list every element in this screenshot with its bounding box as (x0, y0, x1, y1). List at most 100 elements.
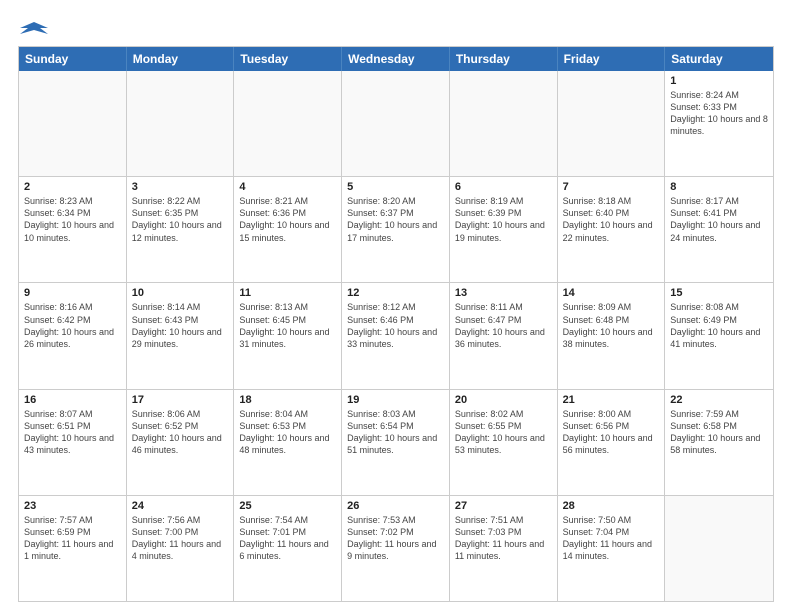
day-number: 20 (455, 394, 552, 406)
calendar-day-23: 23 Sunrise: 7:57 AM Sunset: 6:59 PM Dayli… (19, 496, 127, 601)
calendar-day-28: 28 Sunrise: 7:50 AM Sunset: 7:04 PM Dayli… (558, 496, 666, 601)
day-number: 28 (563, 500, 660, 512)
day-info: Sunrise: 8:19 AM Sunset: 6:39 PM Dayligh… (455, 195, 552, 244)
calendar-empty-cell (558, 71, 666, 176)
calendar-day-2: 2 Sunrise: 8:23 AM Sunset: 6:34 PM Daylig… (19, 177, 127, 282)
day-number: 23 (24, 500, 121, 512)
day-number: 14 (563, 287, 660, 299)
calendar-day-6: 6 Sunrise: 8:19 AM Sunset: 6:39 PM Daylig… (450, 177, 558, 282)
calendar-day-4: 4 Sunrise: 8:21 AM Sunset: 6:36 PM Daylig… (234, 177, 342, 282)
calendar-day-17: 17Sunrise: 8:06 AM Sunset: 6:52 PM Dayli… (127, 390, 235, 495)
day-number: 27 (455, 500, 552, 512)
day-info: Sunrise: 8:09 AM Sunset: 6:48 PM Dayligh… (563, 301, 660, 350)
day-number: 4 (239, 181, 336, 193)
day-number: 21 (563, 394, 660, 406)
day-info: Sunrise: 8:17 AM Sunset: 6:41 PM Dayligh… (670, 195, 768, 244)
day-number: 9 (24, 287, 121, 299)
calendar-header-cell: Tuesday (234, 47, 342, 71)
calendar-row: 1 Sunrise: 8:24 AM Sunset: 6:33 PM Daylig… (19, 71, 773, 176)
calendar-day-8: 8 Sunrise: 8:17 AM Sunset: 6:41 PM Daylig… (665, 177, 773, 282)
day-info: Sunrise: 8:23 AM Sunset: 6:34 PM Dayligh… (24, 195, 121, 244)
day-info: Sunrise: 8:18 AM Sunset: 6:40 PM Dayligh… (563, 195, 660, 244)
logo-bird-icon (20, 20, 48, 38)
calendar-day-21: 21 Sunrise: 8:00 AM Sunset: 6:56 PM Dayli… (558, 390, 666, 495)
day-number: 26 (347, 500, 444, 512)
calendar-day-10: 10Sunrise: 8:14 AM Sunset: 6:43 PM Dayli… (127, 283, 235, 388)
calendar-day-7: 7 Sunrise: 8:18 AM Sunset: 6:40 PM Daylig… (558, 177, 666, 282)
day-number: 13 (455, 287, 552, 299)
calendar-day-26: 26 Sunrise: 7:53 AM Sunset: 7:02 PM Dayli… (342, 496, 450, 601)
day-number: 10 (132, 287, 229, 299)
calendar-header-cell: Sunday (19, 47, 127, 71)
day-info: Sunrise: 7:51 AM Sunset: 7:03 PM Dayligh… (455, 514, 552, 563)
day-info: Sunrise: 8:20 AM Sunset: 6:37 PM Dayligh… (347, 195, 444, 244)
calendar-empty-cell (234, 71, 342, 176)
day-info: Sunrise: 7:59 AM Sunset: 6:58 PM Dayligh… (670, 408, 768, 457)
calendar-header-cell: Friday (558, 47, 666, 71)
calendar-header: SundayMondayTuesdayWednesdayThursdayFrid… (19, 47, 773, 71)
calendar-day-14: 14 Sunrise: 8:09 AM Sunset: 6:48 PM Dayli… (558, 283, 666, 388)
day-number: 19 (347, 394, 444, 406)
day-number: 6 (455, 181, 552, 193)
day-number: 2 (24, 181, 121, 193)
calendar-empty-cell (19, 71, 127, 176)
day-number: 15 (670, 287, 768, 299)
day-number: 24 (132, 500, 229, 512)
day-info: Sunrise: 7:53 AM Sunset: 7:02 PM Dayligh… (347, 514, 444, 563)
calendar-empty-cell (450, 71, 558, 176)
calendar-empty-cell (342, 71, 450, 176)
calendar-day-11: 11 Sunrise: 8:13 AM Sunset: 6:45 PM Dayli… (234, 283, 342, 388)
calendar-header-cell: Wednesday (342, 47, 450, 71)
calendar-body: 1 Sunrise: 8:24 AM Sunset: 6:33 PM Daylig… (19, 71, 773, 601)
calendar-row: 16 Sunrise: 8:07 AM Sunset: 6:51 PM Dayli… (19, 389, 773, 495)
day-info: Sunrise: 7:50 AM Sunset: 7:04 PM Dayligh… (563, 514, 660, 563)
day-number: 8 (670, 181, 768, 193)
day-info: Sunrise: 8:12 AM Sunset: 6:46 PM Dayligh… (347, 301, 444, 350)
calendar-row: 23 Sunrise: 7:57 AM Sunset: 6:59 PM Dayli… (19, 495, 773, 601)
day-number: 5 (347, 181, 444, 193)
calendar-day-22: 22 Sunrise: 7:59 AM Sunset: 6:58 PM Dayli… (665, 390, 773, 495)
day-info: Sunrise: 8:24 AM Sunset: 6:33 PM Dayligh… (670, 89, 768, 138)
day-number: 16 (24, 394, 121, 406)
calendar-day-12: 12 Sunrise: 8:12 AM Sunset: 6:46 PM Dayli… (342, 283, 450, 388)
calendar-day-13: 13Sunrise: 8:11 AM Sunset: 6:47 PM Dayli… (450, 283, 558, 388)
calendar-day-19: 19 Sunrise: 8:03 AM Sunset: 6:54 PM Dayli… (342, 390, 450, 495)
day-info: Sunrise: 8:21 AM Sunset: 6:36 PM Dayligh… (239, 195, 336, 244)
calendar-day-27: 27 Sunrise: 7:51 AM Sunset: 7:03 PM Dayli… (450, 496, 558, 601)
day-info: Sunrise: 7:54 AM Sunset: 7:01 PM Dayligh… (239, 514, 336, 563)
logo (18, 16, 48, 38)
day-number: 3 (132, 181, 229, 193)
day-number: 7 (563, 181, 660, 193)
day-number: 18 (239, 394, 336, 406)
day-info: Sunrise: 8:06 AM Sunset: 6:52 PM Dayligh… (132, 408, 229, 457)
calendar-day-9: 9 Sunrise: 8:16 AM Sunset: 6:42 PM Daylig… (19, 283, 127, 388)
day-info: Sunrise: 8:13 AM Sunset: 6:45 PM Dayligh… (239, 301, 336, 350)
calendar-row: 2 Sunrise: 8:23 AM Sunset: 6:34 PM Daylig… (19, 176, 773, 282)
day-info: Sunrise: 8:08 AM Sunset: 6:49 PM Dayligh… (670, 301, 768, 350)
calendar-day-25: 25 Sunrise: 7:54 AM Sunset: 7:01 PM Dayli… (234, 496, 342, 601)
calendar-day-24: 24 Sunrise: 7:56 AM Sunset: 7:00 PM Dayli… (127, 496, 235, 601)
calendar-header-cell: Monday (127, 47, 235, 71)
calendar-day-16: 16 Sunrise: 8:07 AM Sunset: 6:51 PM Dayli… (19, 390, 127, 495)
day-number: 25 (239, 500, 336, 512)
day-info: Sunrise: 8:22 AM Sunset: 6:35 PM Dayligh… (132, 195, 229, 244)
day-number: 12 (347, 287, 444, 299)
day-info: Sunrise: 8:07 AM Sunset: 6:51 PM Dayligh… (24, 408, 121, 457)
day-info: Sunrise: 8:03 AM Sunset: 6:54 PM Dayligh… (347, 408, 444, 457)
day-info: Sunrise: 8:02 AM Sunset: 6:55 PM Dayligh… (455, 408, 552, 457)
header (18, 16, 774, 38)
calendar-day-15: 15 Sunrise: 8:08 AM Sunset: 6:49 PM Dayli… (665, 283, 773, 388)
day-info: Sunrise: 8:00 AM Sunset: 6:56 PM Dayligh… (563, 408, 660, 457)
day-info: Sunrise: 8:16 AM Sunset: 6:42 PM Dayligh… (24, 301, 121, 350)
day-info: Sunrise: 7:57 AM Sunset: 6:59 PM Dayligh… (24, 514, 121, 563)
day-info: Sunrise: 7:56 AM Sunset: 7:00 PM Dayligh… (132, 514, 229, 563)
calendar-empty-cell (127, 71, 235, 176)
calendar-day-1: 1 Sunrise: 8:24 AM Sunset: 6:33 PM Daylig… (665, 71, 773, 176)
day-info: Sunrise: 8:04 AM Sunset: 6:53 PM Dayligh… (239, 408, 336, 457)
day-number: 1 (670, 75, 768, 87)
calendar-header-cell: Saturday (665, 47, 773, 71)
calendar-day-3: 3 Sunrise: 8:22 AM Sunset: 6:35 PM Daylig… (127, 177, 235, 282)
day-number: 11 (239, 287, 336, 299)
day-number: 22 (670, 394, 768, 406)
calendar-day-18: 18 Sunrise: 8:04 AM Sunset: 6:53 PM Dayli… (234, 390, 342, 495)
